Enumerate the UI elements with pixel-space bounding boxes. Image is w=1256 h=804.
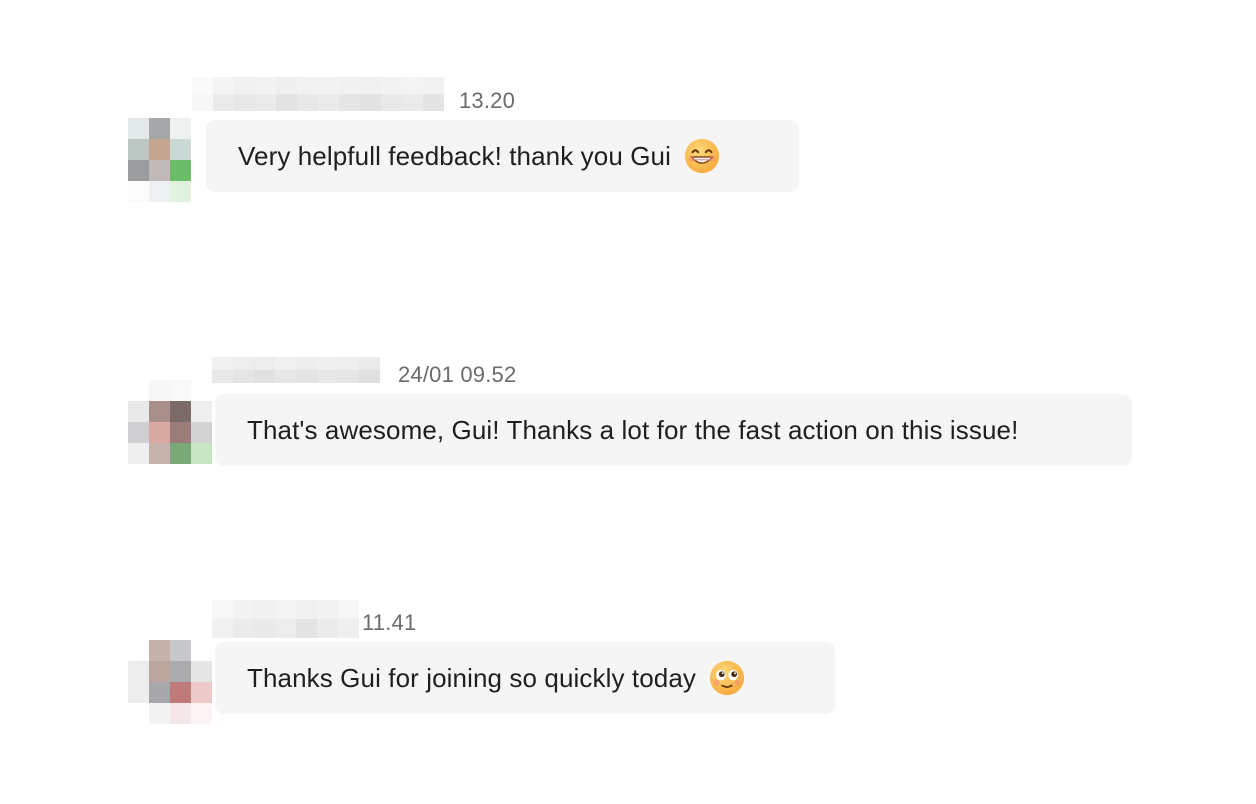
message-text: That's awesome, Gui! Thanks a lot for th… [247, 414, 1019, 445]
message-bubble[interactable]: Very helpfull feedback! thank you Gui [206, 120, 799, 192]
message-timestamp: 11.41 [362, 610, 417, 635]
sender-name-blurred [212, 600, 359, 638]
message-timestamp: 13.20 [459, 88, 516, 113]
message-text: Thanks Gui for joining so quickly today [247, 662, 697, 693]
message-bubble[interactable]: That's awesome, Gui! Thanks a lot for th… [215, 394, 1132, 466]
avatar[interactable] [128, 640, 212, 724]
message-text: Very helpfull feedback! thank you Gui [238, 140, 671, 171]
sender-name-blurred [212, 357, 380, 383]
message-bubble[interactable]: Thanks Gui for joining so quickly today [215, 642, 835, 714]
sender-name-blurred [192, 77, 444, 111]
avatar[interactable] [128, 380, 212, 464]
avatar[interactable] [128, 118, 212, 202]
pleading-face-emoji-icon [709, 660, 745, 696]
grinning-face-emoji-icon [684, 138, 720, 174]
message-timestamp: 24/01 09.52 [398, 362, 517, 387]
